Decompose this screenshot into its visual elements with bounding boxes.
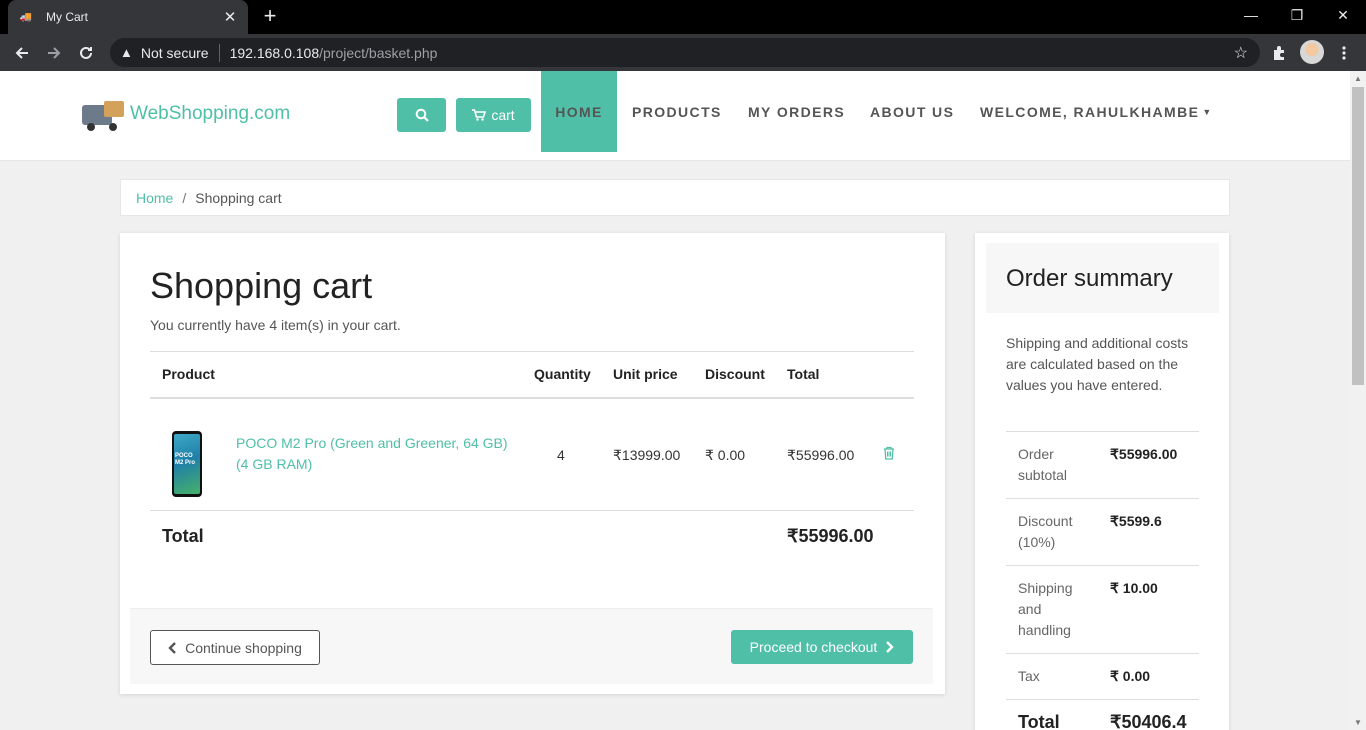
scroll-down-icon[interactable]: ▼ xyxy=(1354,718,1362,727)
summary-row-shipping: Shipping and handling ₹ 10.00 xyxy=(1006,565,1199,653)
breadcrumb-separator: / xyxy=(182,189,187,206)
product-image-label: POCO M2 Pro xyxy=(175,453,196,466)
summary-total-label: Total xyxy=(1018,712,1060,730)
order-summary-header: Order summary xyxy=(986,243,1219,313)
breadcrumb: Home / Shopping cart xyxy=(120,179,1230,216)
header-discount: Discount xyxy=(705,366,765,382)
cart-icon xyxy=(472,109,487,121)
summary-value: ₹ 0.00 xyxy=(1110,668,1151,684)
summary-label: Order subtotal xyxy=(1018,446,1068,483)
page-title: Shopping cart xyxy=(150,265,373,306)
breadcrumb-current: Shopping cart xyxy=(195,189,282,206)
summary-value: ₹55996.00 xyxy=(1110,446,1178,462)
row-divider xyxy=(150,510,914,511)
scroll-up-icon[interactable]: ▲ xyxy=(1354,74,1362,83)
reload-icon[interactable] xyxy=(73,40,99,66)
shopping-cart-panel: Shopping cart You currently have 4 item(… xyxy=(120,233,945,694)
truck-logo-icon xyxy=(82,97,126,131)
window-close-button[interactable]: ✕ xyxy=(1320,0,1366,30)
proceed-to-checkout-button[interactable]: Proceed to checkout xyxy=(731,630,913,664)
site-logo[interactable]: WebShopping.com xyxy=(82,97,290,131)
address-separator xyxy=(218,43,220,62)
minimize-button[interactable]: — xyxy=(1228,0,1274,30)
order-summary-panel: Order summary Shipping and additional co… xyxy=(975,233,1229,730)
browser-tab-bar: 🚚 My Cart ✕ + — ❐ ✕ xyxy=(0,0,1366,34)
header-total: Total xyxy=(787,366,820,382)
summary-row-tax: Tax ₹ 0.00 xyxy=(1006,653,1199,699)
chevron-left-icon xyxy=(168,641,176,654)
page-scrollbar[interactable]: ▲ ▼ xyxy=(1350,71,1366,730)
product-image[interactable]: POCO M2 Pro xyxy=(172,431,202,497)
summary-row-total: Total ₹50406.4 xyxy=(1006,699,1199,730)
header-quantity: Quantity xyxy=(534,366,591,382)
breadcrumb-home-link[interactable]: Home xyxy=(136,190,173,206)
summary-value: ₹ 10.00 xyxy=(1110,580,1158,596)
tab-close-icon[interactable]: ✕ xyxy=(222,8,238,26)
table-top-border xyxy=(150,351,914,352)
product-name-link[interactable]: POCO M2 Pro (Green and Greener, 64 GB) (… xyxy=(236,433,516,475)
scrollbar-thumb[interactable] xyxy=(1352,87,1364,385)
nav-about-us[interactable]: ABOUT US xyxy=(870,71,954,152)
caret-down-icon: ▼ xyxy=(1202,106,1213,117)
item-quantity: 4 xyxy=(557,447,565,463)
menu-dots-icon[interactable] xyxy=(1331,40,1357,66)
logo-text: WebShopping.com xyxy=(130,103,291,124)
profile-avatar[interactable] xyxy=(1300,40,1324,64)
tab-title: My Cart xyxy=(46,10,88,24)
puzzle-icon[interactable] xyxy=(1266,40,1292,66)
browser-toolbar: ▲ Not secure 192.168.0.108/project/baske… xyxy=(0,34,1366,71)
item-discount: ₹ 0.00 xyxy=(705,447,746,463)
nav-welcome-dropdown[interactable]: WELCOME, RAHULKHAMBE ▼ xyxy=(980,71,1213,152)
continue-shopping-label: Continue shopping xyxy=(185,639,302,656)
summary-label: Tax xyxy=(1018,668,1040,684)
not-secure-label: Not secure xyxy=(140,44,209,61)
search-icon xyxy=(415,108,429,122)
summary-row-subtotal: Order subtotal ₹55996.00 xyxy=(1006,431,1199,498)
nav-products[interactable]: PRODUCTS xyxy=(632,71,722,152)
new-tab-button[interactable]: + xyxy=(258,4,282,28)
url-host: 192.168.0.108 xyxy=(229,44,320,61)
address-bar[interactable]: ▲ Not secure 192.168.0.108/project/baske… xyxy=(110,38,1260,67)
warning-icon: ▲ xyxy=(120,45,133,60)
summary-row-discount: Discount (10%) ₹5599.6 xyxy=(1006,498,1199,565)
nav-home[interactable]: HOME xyxy=(541,71,617,152)
summary-value: ₹5599.6 xyxy=(1110,513,1162,529)
cart-count-text: You currently have 4 item(s) in your car… xyxy=(150,317,401,333)
header-unit-price: Unit price xyxy=(613,366,678,382)
cart-footer: Continue shopping Proceed to checkout xyxy=(130,608,933,684)
header-product: Product xyxy=(162,366,215,382)
back-icon[interactable] xyxy=(9,40,35,66)
search-button[interactable] xyxy=(397,98,446,132)
browser-tab[interactable]: 🚚 My Cart ✕ xyxy=(8,0,248,34)
nav-my-orders[interactable]: MY ORDERS xyxy=(748,71,845,152)
summary-label: Discount (10%) xyxy=(1018,513,1073,550)
trash-icon[interactable] xyxy=(883,446,897,462)
item-unit-price: ₹13999.00 xyxy=(613,447,681,463)
welcome-label: WELCOME, RAHULKHAMBE xyxy=(980,103,1200,120)
restore-button[interactable]: ❐ xyxy=(1274,0,1320,30)
cart-button[interactable]: cart xyxy=(456,98,531,132)
chevron-right-icon xyxy=(886,641,895,653)
order-summary-title: Order summary xyxy=(1006,265,1173,292)
site-navbar: WebShopping.com cart HOME PRODUCTS MY OR… xyxy=(0,71,1350,161)
url-path: /project/basket.php xyxy=(319,44,438,61)
summary-label: Shipping and handling xyxy=(1018,580,1073,638)
forward-icon[interactable] xyxy=(41,40,67,66)
cart-total-label: Total xyxy=(162,526,204,546)
checkout-label: Proceed to checkout xyxy=(749,639,878,655)
table-header-border xyxy=(150,397,914,399)
summary-total-value: ₹50406.4 xyxy=(1110,712,1187,730)
truck-favicon-icon: 🚚 xyxy=(19,11,33,23)
cart-label: cart xyxy=(491,107,515,123)
order-summary-note: Shipping and additional costs are calcul… xyxy=(1006,335,1189,393)
item-total: ₹55996.00 xyxy=(787,447,855,463)
continue-shopping-button[interactable]: Continue shopping xyxy=(150,630,320,665)
cart-total-value: ₹55996.00 xyxy=(787,526,874,546)
star-icon[interactable]: ☆ xyxy=(1234,43,1248,63)
